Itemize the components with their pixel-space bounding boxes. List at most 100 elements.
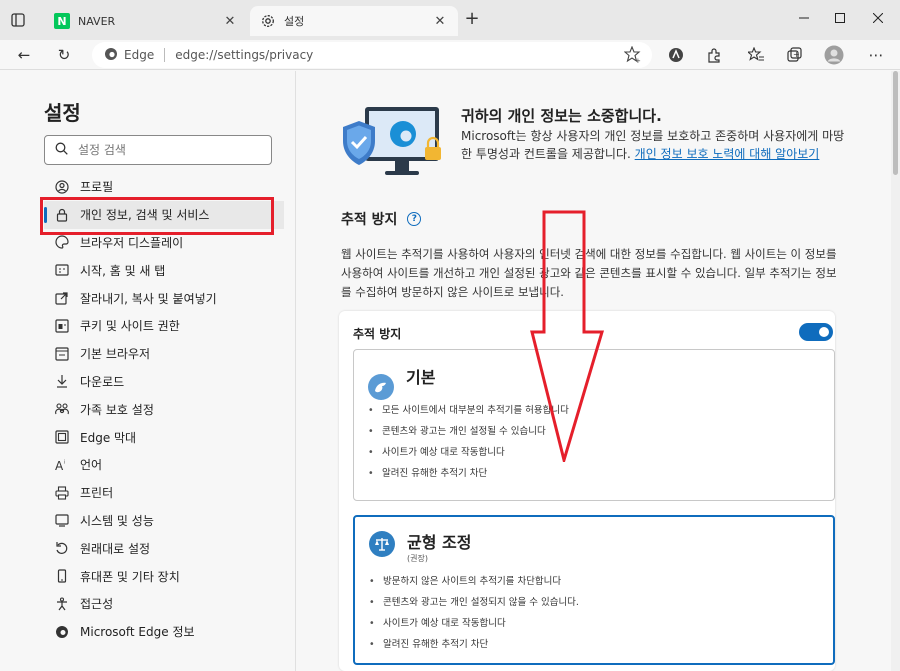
sidebar-item-start-home[interactable]: 시작, 홈 및 새 탭 [44, 256, 284, 284]
close-window-icon[interactable] [866, 8, 890, 28]
browser-icon [54, 346, 70, 362]
settings-sidebar: 설정 프로필 개인 정보, 검색 및 서비스 브라우저 디스플레이 시작, 홈 … [0, 71, 296, 671]
printer-icon [54, 485, 70, 501]
hero-title: 귀하의 개인 정보는 소중합니다. [461, 107, 662, 125]
annotation-arrow [530, 210, 605, 462]
sidebar-item-downloads[interactable]: 다운로드 [44, 368, 284, 396]
sidebar-item-label: 언어 [80, 458, 103, 473]
cookie-site-icon [54, 318, 70, 334]
help-icon[interactable]: ? [407, 212, 422, 226]
close-icon[interactable]: ✕ [222, 14, 238, 29]
favorites-icon[interactable] [744, 44, 768, 66]
language-icon: Aʲ [54, 457, 70, 473]
tab-actions-icon[interactable] [8, 10, 28, 30]
system-icon [54, 512, 70, 528]
sidebar-item-label: 시작, 홈 및 새 탭 [80, 263, 166, 278]
gear-icon [260, 13, 276, 29]
sidebar-item-about[interactable]: Microsoft Edge 정보 [44, 618, 284, 646]
search-icon [55, 142, 68, 158]
scale-icon [369, 531, 395, 557]
sidebar-item-languages[interactable]: Aʲ 언어 [44, 451, 284, 479]
option-title: 기본 [406, 368, 436, 387]
sidebar-item-label: Edge 막대 [80, 430, 137, 445]
reset-icon [54, 540, 70, 556]
bird-icon [368, 374, 394, 400]
settings-nav: 프로필 개인 정보, 검색 및 서비스 브라우저 디스플레이 시작, 홈 및 새… [44, 173, 284, 646]
hero-description: Microsoft는 항상 사용자의 개인 정보를 보호하고 존중하며 사용자에… [461, 127, 851, 163]
sidebar-item-default-browser[interactable]: 기본 브라우저 [44, 340, 284, 368]
tracking-prevention-toggle[interactable] [799, 323, 833, 341]
edge-logo-icon [104, 47, 118, 64]
sidebar-item-family[interactable]: 가족 보호 설정 [44, 395, 284, 423]
edge-logo-icon [54, 624, 70, 640]
sidebar-item-label: 브라우저 디스플레이 [80, 235, 184, 250]
tracking-icon[interactable] [664, 44, 688, 66]
tracking-option-balanced[interactable]: 균형 조정 (권장) 방문하지 않은 사이트의 추적기를 차단합니다 콘텐츠와 … [353, 515, 835, 665]
sidebar-item-label: 쿠키 및 사이트 권한 [80, 319, 180, 334]
more-menu-icon[interactable]: ⋯ [864, 44, 888, 66]
sidebar-item-share-copy-paste[interactable]: 잘라내기, 복사 및 붙여넣기 [44, 284, 284, 312]
tracking-section-label: 추적 방지 [341, 212, 398, 228]
privacy-illustration [339, 101, 443, 199]
sidebar-item-label: 기본 브라우저 [80, 347, 151, 362]
tab-title: 설정 [284, 15, 305, 28]
family-icon [54, 401, 70, 417]
refresh-icon[interactable]: ↻ [52, 44, 76, 66]
maximize-icon[interactable] [828, 8, 852, 28]
privacy-learn-more-link[interactable]: 개인 정보 보호 노력에 대해 알아보기 [635, 147, 820, 161]
sidebar-item-label: 시스템 및 성능 [80, 513, 154, 528]
toolbar: ← ↻ Edge edge://settings/privacy + + ⋯ [0, 40, 900, 70]
title-bar: N NAVER ✕ 설정 ✕ + [0, 0, 900, 40]
sidebar-item-label: 잘라내기, 복사 및 붙여넣기 [80, 291, 217, 306]
minimize-icon[interactable] [792, 8, 816, 28]
sidebar-item-reset[interactable]: 원래대로 설정 [44, 534, 284, 562]
svg-text:ʲ: ʲ [63, 459, 65, 467]
back-icon[interactable]: ← [12, 44, 36, 66]
list-item: 알려진 유해한 추적기 차단 [366, 463, 826, 484]
sidebar-item-cookies[interactable]: 쿠키 및 사이트 권한 [44, 312, 284, 340]
tab-naver[interactable]: N NAVER ✕ [44, 6, 248, 36]
sidebar-item-label: 접근성 [80, 597, 114, 612]
settings-search[interactable] [44, 135, 272, 165]
sidebar-item-phone[interactable]: 휴대폰 및 기타 장치 [44, 562, 284, 590]
option-subtitle: (권장) [407, 554, 428, 563]
palette-icon [54, 234, 70, 250]
svg-text:+: + [635, 57, 641, 64]
list-item: 알려진 유해한 추적기 차단 [367, 634, 827, 655]
address-url: edge://settings/privacy [175, 48, 314, 62]
search-input[interactable] [78, 143, 248, 157]
sidebar-item-label: 원래대로 설정 [80, 541, 151, 556]
tracking-card-label: 추적 방지 [353, 327, 402, 341]
sidebar-item-label: 다운로드 [80, 374, 125, 389]
annotation-highlight-box [40, 197, 274, 235]
edge-bar-icon [54, 429, 70, 445]
extensions-icon[interactable] [702, 44, 726, 66]
sidebar-item-printers[interactable]: 프린터 [44, 479, 284, 507]
toggle-knob [819, 327, 829, 337]
list-item: 사이트가 예상 대로 작동합니다 [367, 613, 827, 634]
scrollbar-thumb[interactable] [893, 71, 898, 175]
download-icon [54, 373, 70, 389]
address-bar[interactable]: Edge edge://settings/privacy + [92, 42, 652, 68]
option-title: 균형 조정 [407, 533, 472, 552]
add-favorite-icon[interactable]: + [623, 45, 642, 65]
svg-text:+: + [793, 50, 800, 59]
sidebar-item-system[interactable]: 시스템 및 성능 [44, 507, 284, 535]
scrollbar[interactable] [891, 71, 900, 671]
sidebar-item-edge-bar[interactable]: Edge 막대 [44, 423, 284, 451]
page-title: 설정 [44, 101, 81, 125]
accessibility-icon [54, 596, 70, 612]
avatar[interactable] [822, 44, 846, 66]
new-tab-button[interactable]: + [462, 10, 482, 30]
svg-text:A: A [55, 459, 64, 472]
collections-icon[interactable]: + [782, 44, 806, 66]
close-icon[interactable]: ✕ [432, 14, 448, 29]
tab-title: NAVER [78, 14, 116, 28]
tab-settings[interactable]: 설정 ✕ [250, 6, 458, 36]
sidebar-item-accessibility[interactable]: 접근성 [44, 590, 284, 618]
phone-icon [54, 568, 70, 584]
address-separator [164, 48, 166, 62]
share-icon [54, 290, 70, 306]
address-label: Edge [124, 48, 155, 62]
profile-icon [54, 179, 70, 195]
